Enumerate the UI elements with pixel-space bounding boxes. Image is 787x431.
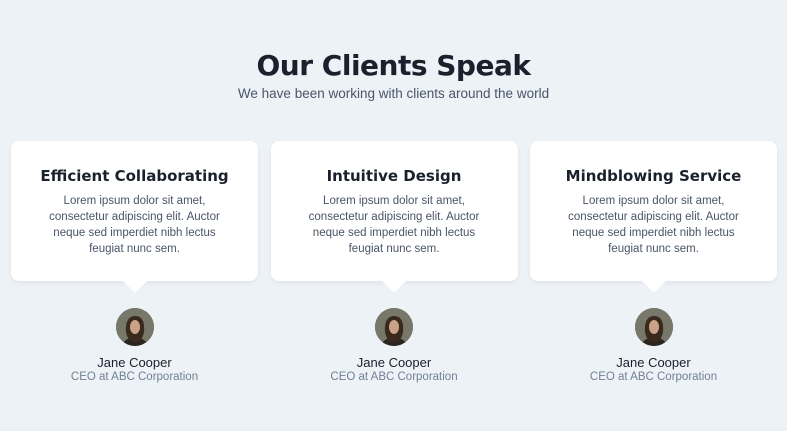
testimonial-card: Mindblowing Service Lorem ipsum dolor si… [530,141,777,293]
section-subtitle: We have been working with clients around… [237,86,550,101]
testimonial-title: Mindblowing Service [565,167,742,185]
testimonial-text: Lorem ipsum dolor sit amet, consectetur … [49,195,220,255]
testimonial-2: Intuitive Design Lorem ipsum dolor sit a… [270,141,518,384]
testimonial-3: Mindblowing Service Lorem ipsum dolor si… [530,141,777,384]
person-photo-icon [375,308,413,346]
testimonial-card: Intuitive Design Lorem ipsum dolor sit a… [270,141,518,293]
person-role: CEO at ABC Corporation [330,371,458,383]
testimonial-text: Lorem ipsum dolor sit amet, consectetur … [308,195,480,255]
person-photo-icon [634,308,673,346]
person-name: Jane Cooper [97,355,172,370]
testimonials-row: Efficient Collaborating Lorem ipsum dolo… [11,141,777,384]
testimonial-text: Lorem ipsum dolor sit amet, consectetur … [568,195,739,255]
section-header: Our Clients Speak We have been working w… [0,0,787,103]
person-role: CEO at ABC Corporation [70,371,199,383]
person-photo-icon [115,308,154,346]
avatar [634,308,673,346]
section-title: Our Clients Speak [256,49,531,82]
avatar [115,308,154,346]
testimonial-1: Efficient Collaborating Lorem ipsum dolo… [11,141,258,384]
testimonial-title: Intuitive Design [326,167,462,185]
testimonial-title: Efficient Collaborating [40,167,229,185]
person-name: Jane Cooper [356,355,432,370]
testimonial-card: Efficient Collaborating Lorem ipsum dolo… [11,141,258,293]
person-name: Jane Cooper [616,355,691,370]
person-role: CEO at ABC Corporation [589,371,718,383]
avatar [375,308,413,346]
